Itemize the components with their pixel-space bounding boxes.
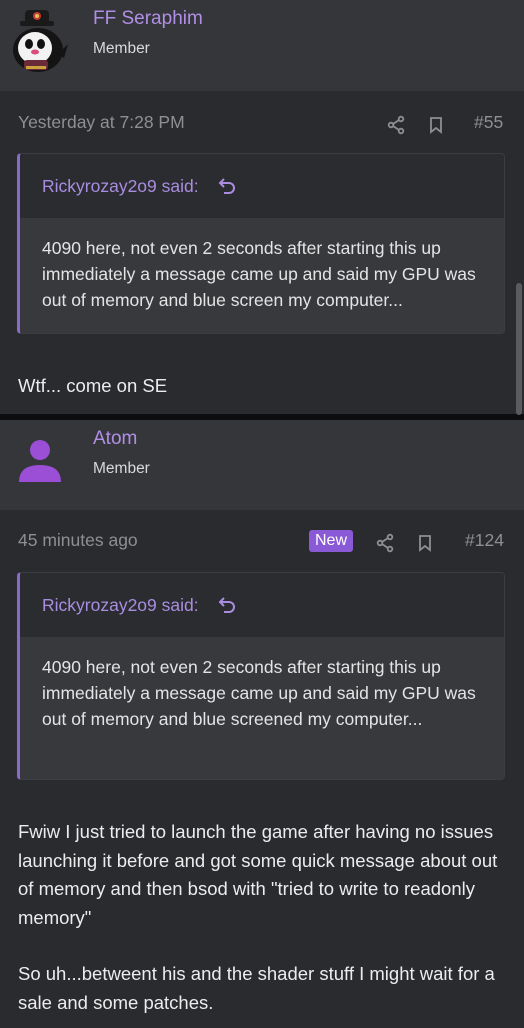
post-55: FF Seraphim Member Yesterday at 7:28 PM … — [0, 0, 524, 414]
post-user-header: Atom Member — [0, 420, 524, 510]
post-message: Fwiw I just tried to launch the game aft… — [18, 818, 508, 1017]
quote-block: Rickyrozay2o9 said: 4090 here, not even … — [17, 572, 505, 780]
quote-text: 4090 here, not even 2 seconds after star… — [20, 218, 504, 333]
post-124: Atom Member 45 minutes ago New #124 Rick… — [0, 420, 524, 1028]
share-icon[interactable] — [375, 533, 395, 553]
post-timestamp[interactable]: Yesterday at 7:28 PM — [18, 112, 185, 133]
message-paragraph: So uh...betweent his and the shader stuf… — [18, 963, 495, 1013]
user-title: Member — [93, 460, 150, 477]
user-title: Member — [93, 40, 150, 57]
post-number-link[interactable]: #55 — [474, 112, 503, 133]
jump-to-quote-icon[interactable] — [218, 595, 236, 613]
new-badge: New — [309, 530, 354, 552]
message-paragraph: Wtf... come on SE — [18, 375, 168, 396]
post-number-link[interactable]: #124 — [465, 530, 504, 551]
post-message: Wtf... come on SE — [18, 372, 508, 401]
post-timestamp[interactable]: 45 minutes ago — [18, 530, 138, 551]
post-meta: 45 minutes ago New #124 — [0, 520, 524, 560]
quote-header: Rickyrozay2o9 said: — [20, 573, 504, 637]
quote-block: Rickyrozay2o9 said: 4090 here, not even … — [17, 153, 505, 334]
post-user-header: FF Seraphim Member — [0, 0, 524, 91]
penguin-avatar-icon[interactable] — [8, 4, 72, 74]
message-paragraph: Fwiw I just tried to launch the game aft… — [18, 821, 498, 928]
post-meta: Yesterday at 7:28 PM #55 — [0, 103, 524, 143]
default-user-avatar-icon[interactable] — [16, 438, 66, 489]
username[interactable]: Atom — [93, 428, 137, 450]
scrollbar[interactable] — [516, 283, 522, 415]
bookmark-icon[interactable] — [426, 115, 446, 135]
username[interactable]: FF Seraphim — [93, 8, 203, 30]
quote-author[interactable]: Rickyrozay2o9 said: — [42, 176, 199, 197]
quote-author[interactable]: Rickyrozay2o9 said: — [42, 595, 199, 616]
quote-header: Rickyrozay2o9 said: — [20, 154, 504, 218]
jump-to-quote-icon[interactable] — [218, 176, 236, 194]
quote-text: 4090 here, not even 2 seconds after star… — [20, 637, 504, 779]
share-icon[interactable] — [386, 115, 406, 135]
bookmark-icon[interactable] — [415, 533, 435, 553]
